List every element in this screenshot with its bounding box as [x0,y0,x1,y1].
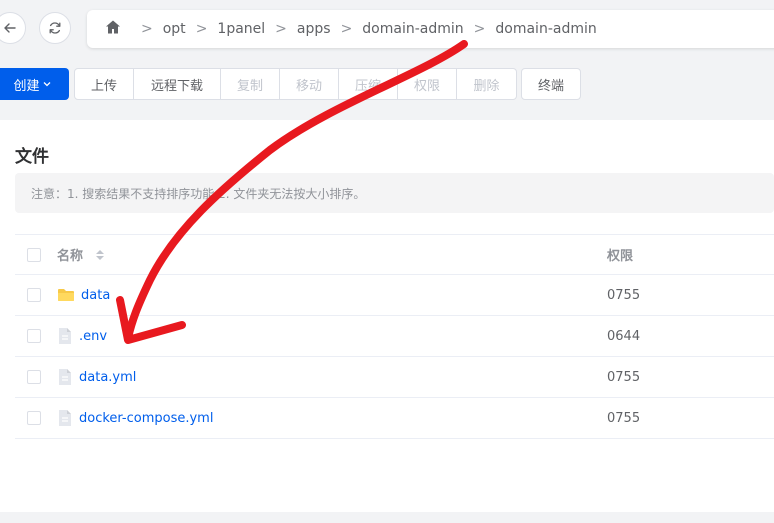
breadcrumb-item-domain-admin[interactable]: domain-admin [362,21,463,37]
refresh-icon [49,22,61,34]
home-icon[interactable] [105,19,121,39]
chevron-down-icon [43,82,50,87]
upload-button[interactable]: 上传 [75,69,134,99]
notice-banner: 注意：1. 搜索结果不支持排序功能 2. 文件夹无法按大小排序。 [15,173,774,213]
top-navigation-bar: > opt > 1panel > apps > domain-admin > d… [0,0,774,60]
breadcrumb: > opt > 1panel > apps > domain-admin > d… [87,10,774,48]
bottom-strip [0,512,774,523]
create-button[interactable]: 创建 [0,68,69,100]
remote-download-button[interactable]: 远程下载 [134,69,221,99]
file-icon [59,410,71,426]
sort-icon[interactable] [95,249,105,261]
row-checkbox[interactable] [27,370,41,384]
breadcrumb-item-opt[interactable]: opt [163,21,186,37]
create-button-label: 创建 [13,78,40,94]
breadcrumb-item-1panel[interactable]: 1panel [217,21,265,37]
table-row[interactable]: data 0755 [15,275,774,316]
breadcrumb-separator: > [141,21,153,37]
back-button[interactable] [0,12,26,44]
table-row[interactable]: data.yml 0755 [15,357,774,398]
file-action-button-group: 上传 远程下载 复制 移动 压缩 权限 删除 [74,68,517,100]
copy-button[interactable]: 复制 [221,69,280,99]
page-title: 文件 [15,147,49,167]
file-name-cell: docker-compose.yml [57,409,213,427]
breadcrumb-separator: > [340,21,353,37]
file-icon [59,328,71,344]
breadcrumb-item-current[interactable]: domain-admin [495,21,596,37]
breadcrumb-separator: > [195,21,208,37]
file-list-panel: 文件 注意：1. 搜索结果不支持排序功能 2. 文件夹无法按大小排序。 名称 权… [0,120,774,512]
permission-cell: 0755 [607,287,641,303]
file-name-cell: .env [57,327,107,345]
delete-button[interactable]: 删除 [457,69,516,99]
file-name-link[interactable]: data [81,288,110,303]
breadcrumb-separator: > [275,21,287,37]
row-checkbox[interactable] [27,329,41,343]
permission-cell: 0644 [607,328,641,344]
row-checkbox[interactable] [27,411,41,425]
file-name-link[interactable]: .env [79,329,107,344]
file-icon [59,369,71,385]
file-name-link[interactable]: data.yml [79,370,136,385]
notice-text: 注意：1. 搜索结果不支持排序功能 2. 文件夹无法按大小排序。 [31,186,366,201]
permission-cell: 0755 [607,410,641,426]
table-row[interactable]: .env 0644 [15,316,774,357]
terminal-button[interactable]: 终端 [521,68,581,100]
compress-button[interactable]: 压缩 [339,69,398,99]
breadcrumb-item-apps[interactable]: apps [297,21,331,37]
name-column-label: 名称 [57,249,84,264]
file-name-cell: data.yml [57,368,136,386]
arrow-left-icon [4,23,16,33]
refresh-button[interactable] [39,12,71,44]
file-table: 名称 权限 data 0755 .env 0644 data.yml 0755 … [15,234,774,439]
table-header: 名称 权限 [15,234,774,275]
file-name-link[interactable]: docker-compose.yml [79,411,213,426]
breadcrumb-separator: > [473,21,486,37]
name-column-header[interactable]: 名称 [57,245,105,264]
permission-button[interactable]: 权限 [398,69,457,99]
permission-cell: 0755 [607,369,641,385]
row-checkbox[interactable] [27,288,41,302]
permission-column-header: 权限 [607,249,634,264]
move-button[interactable]: 移动 [280,69,339,99]
folder-icon [58,289,74,301]
select-all-checkbox[interactable] [27,247,41,262]
file-name-cell: data [57,287,110,303]
table-row[interactable]: docker-compose.yml 0755 [15,398,774,439]
